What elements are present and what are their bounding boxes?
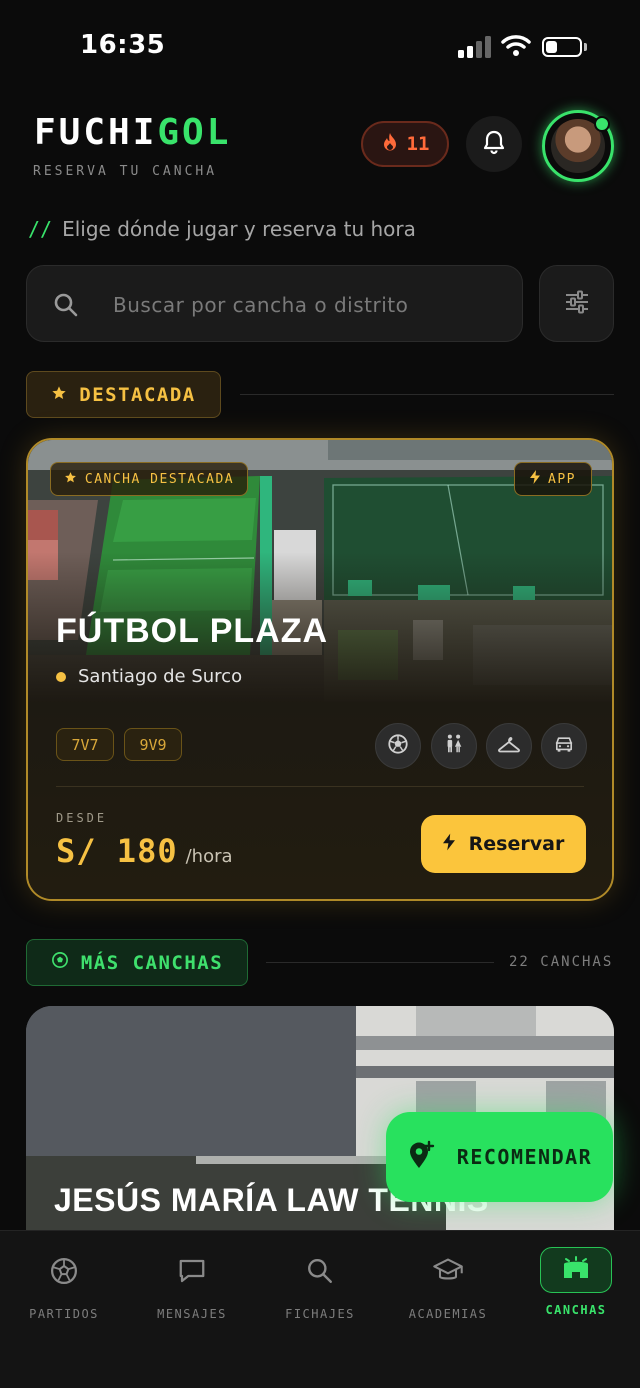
venue-location: Santiago de Surco xyxy=(56,666,242,687)
featured-badge: CANCHA DESTACADA xyxy=(50,462,248,496)
venue-location-text: Santiago de Surco xyxy=(78,666,243,687)
amenity-restroom xyxy=(431,723,477,769)
stadium-icon xyxy=(540,1247,612,1293)
reserve-button-label: Reservar xyxy=(468,833,565,855)
cellular-signal-icon xyxy=(458,36,492,58)
chat-icon xyxy=(172,1253,212,1289)
logo-part-1: FUCHI xyxy=(34,112,158,153)
search-icon xyxy=(300,1253,340,1289)
parking-car-icon xyxy=(553,735,575,757)
more-label-text: MÁS CANCHAS xyxy=(80,951,224,974)
featured-section-label: DESTACADA xyxy=(26,371,221,418)
price-value: S/ 180 xyxy=(56,832,178,870)
featured-badge-text: CANCHA DESTACADA xyxy=(84,471,235,487)
lightning-icon xyxy=(442,833,455,856)
search-bar[interactable] xyxy=(26,265,523,342)
soccer-ball-icon xyxy=(387,733,409,759)
format-tag-9v9: 9V9 xyxy=(124,728,182,761)
venue-photo: CANCHA DESTACADA APP FÚTBOL PLAZA Santia… xyxy=(28,440,612,702)
fire-icon xyxy=(381,132,399,157)
format-tag-7v7: 7V7 xyxy=(56,728,114,761)
reserve-button[interactable]: Reservar xyxy=(421,815,586,873)
battery-tip xyxy=(584,43,587,51)
amenity-changing-room xyxy=(486,723,532,769)
featured-label-text: DESTACADA xyxy=(79,383,196,406)
page-subtitle: // Elige dónde jugar y reserva tu hora xyxy=(28,217,416,241)
recommend-button-label: RECOMENDAR xyxy=(456,1145,593,1169)
section-divider xyxy=(240,394,614,395)
amenity-soccer xyxy=(375,723,421,769)
nav-label: ACADEMIAS xyxy=(408,1307,488,1321)
app-badge: APP xyxy=(514,462,592,496)
nav-item-fichajes[interactable]: FICHAJES xyxy=(256,1231,384,1331)
wifi-icon xyxy=(501,34,531,58)
nav-item-partidos[interactable]: PARTIDOS xyxy=(0,1231,128,1331)
streak-badge[interactable]: 11 xyxy=(361,121,449,167)
notifications-button[interactable] xyxy=(466,116,522,172)
star-icon xyxy=(51,384,67,406)
nav-item-mensajes[interactable]: MENSAJES xyxy=(128,1231,256,1331)
price-unit: /hora xyxy=(185,846,233,867)
app-badge-text: APP xyxy=(548,471,576,487)
subtitle-text: Elige dónde jugar y reserva tu hora xyxy=(62,217,416,241)
bell-icon xyxy=(482,129,506,159)
graduation-cap-icon xyxy=(428,1253,468,1289)
location-dot-icon xyxy=(56,671,66,682)
featured-venue-card[interactable]: CANCHA DESTACADA APP FÚTBOL PLAZA Santia… xyxy=(26,438,614,901)
subtitle-prefix: // xyxy=(28,217,53,241)
hanger-icon xyxy=(497,734,521,758)
nav-label: PARTIDOS xyxy=(29,1307,99,1321)
app-logo: FUCHIGOL xyxy=(34,112,231,153)
status-time: 16:35 xyxy=(80,30,166,60)
battery-icon xyxy=(542,37,582,57)
bottom-nav: PARTIDOS MENSAJES FICHAJES ACADEMIAS CAN… xyxy=(0,1230,640,1388)
card-divider xyxy=(56,786,584,787)
lightning-icon xyxy=(530,470,540,488)
more-venues-section-label: MÁS CANCHAS xyxy=(26,939,248,986)
soccer-ball-icon xyxy=(51,951,69,974)
search-icon xyxy=(53,292,79,322)
logo-part-2: GOL xyxy=(157,112,232,153)
price-label: DESDE xyxy=(56,811,108,825)
nav-label: FICHAJES xyxy=(285,1307,355,1321)
soccer-ball-icon xyxy=(44,1253,84,1289)
price-block: S/ 180 /hora xyxy=(56,832,233,870)
sliders-icon xyxy=(564,290,590,318)
app-tagline: RESERVA TU CANCHA xyxy=(33,164,218,179)
nav-label: MENSAJES xyxy=(157,1307,227,1321)
star-icon xyxy=(64,471,77,488)
nav-item-canchas[interactable]: CANCHAS xyxy=(512,1231,640,1331)
nav-item-academias[interactable]: ACADEMIAS xyxy=(384,1231,512,1331)
map-pin-plus-icon xyxy=(407,1140,435,1175)
recommend-button[interactable]: RECOMENDAR xyxy=(386,1112,613,1202)
amenity-parking xyxy=(541,723,587,769)
search-input[interactable] xyxy=(111,286,495,324)
online-status-dot xyxy=(594,116,610,132)
filter-button[interactable] xyxy=(539,265,614,342)
restroom-icon xyxy=(443,733,465,759)
streak-count: 11 xyxy=(406,133,430,155)
venue-name: FÚTBOL PLAZA xyxy=(56,612,329,650)
venue-count: 22 CANCHAS xyxy=(509,954,614,970)
nav-label: CANCHAS xyxy=(545,1303,607,1317)
section-divider xyxy=(266,962,494,963)
